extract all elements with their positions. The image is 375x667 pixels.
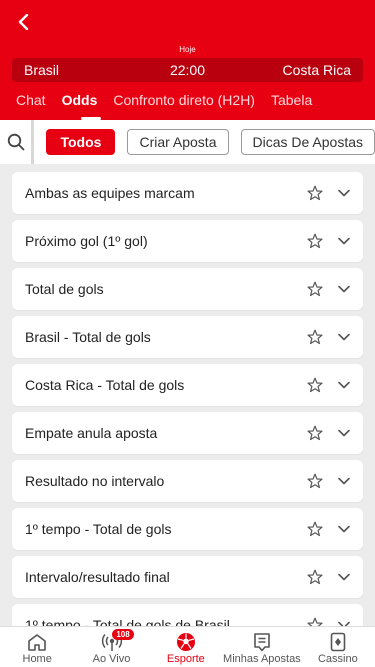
star-icon[interactable] bbox=[307, 569, 323, 585]
chevron-down-icon[interactable] bbox=[337, 378, 351, 392]
market-title: Intervalo/resultado final bbox=[25, 569, 170, 585]
market-row[interactable]: 1º tempo - Total de gols bbox=[12, 508, 363, 550]
star-icon[interactable] bbox=[307, 329, 323, 345]
market-row[interactable]: Intervalo/resultado final bbox=[12, 556, 363, 598]
market-title: Próximo gol (1º gol) bbox=[25, 233, 148, 249]
star-icon[interactable] bbox=[307, 281, 323, 297]
nav-cassino-label: Cassino bbox=[317, 653, 358, 665]
chevron-down-icon[interactable] bbox=[337, 570, 351, 584]
star-icon[interactable] bbox=[307, 617, 323, 626]
chevron-down-icon[interactable] bbox=[337, 282, 351, 296]
market-row[interactable]: Total de gols bbox=[12, 268, 363, 310]
star-icon[interactable] bbox=[307, 521, 323, 537]
tab-chat[interactable]: Chat bbox=[0, 86, 46, 120]
match-date: Hoje bbox=[179, 45, 196, 54]
tab-odds[interactable]: Odds bbox=[46, 86, 101, 120]
search-button[interactable] bbox=[0, 120, 35, 164]
market-title: Brasil - Total de gols bbox=[25, 329, 151, 345]
home-icon bbox=[28, 633, 46, 651]
filter-todos[interactable]: Todos bbox=[46, 129, 116, 155]
market-list: Ambas as equipes marcam Próximo gol (1º g… bbox=[0, 164, 375, 626]
match-info-bar: Brasil 22:00 Costa Rica bbox=[12, 58, 363, 82]
tab-tabela[interactable]: Tabela bbox=[255, 86, 312, 120]
star-icon[interactable] bbox=[307, 473, 323, 489]
chevron-down-icon[interactable] bbox=[337, 474, 351, 488]
market-title: Total de gols bbox=[25, 281, 104, 297]
nav-minhas-apostas-label: Minhas Apostas bbox=[223, 653, 301, 665]
market-row[interactable]: Empate anula aposta bbox=[12, 412, 363, 454]
market-row[interactable]: Ambas as equipes marcam bbox=[12, 172, 363, 214]
match-header: Hoje Brasil 22:00 Costa Rica Chat Odds C… bbox=[0, 0, 375, 120]
match-tabs: Chat Odds Confronto direto (H2H) Tabela bbox=[0, 86, 375, 120]
nav-home-label: Home bbox=[22, 653, 52, 665]
market-row[interactable]: Próximo gol (1º gol) bbox=[12, 220, 363, 262]
nav-minhas-apostas[interactable]: Minhas Apostas bbox=[223, 627, 301, 667]
live-count-badge: 108 bbox=[112, 629, 134, 640]
match-time: 22:00 bbox=[169, 62, 206, 78]
star-icon[interactable] bbox=[307, 233, 323, 249]
market-row[interactable]: Costa Rica - Total de gols bbox=[12, 364, 363, 406]
nav-esporte-label: Esporte bbox=[166, 653, 205, 665]
star-icon[interactable] bbox=[307, 425, 323, 441]
market-title: Empate anula aposta bbox=[25, 425, 158, 441]
star-icon[interactable] bbox=[307, 185, 323, 201]
search-icon bbox=[7, 133, 25, 151]
market-row[interactable]: 1º tempo - Total de gols de Brasil bbox=[12, 604, 363, 626]
tab-h2h[interactable]: Confronto direto (H2H) bbox=[97, 86, 255, 120]
back-button[interactable] bbox=[12, 10, 36, 34]
market-title: Resultado no intervalo bbox=[25, 473, 165, 489]
market-title: 1º tempo - Total de gols de Brasil bbox=[25, 617, 230, 626]
bet-slip-icon bbox=[254, 633, 270, 652]
filter-criar-aposta[interactable]: Criar Aposta bbox=[127, 129, 229, 155]
nav-ao-vivo-label: Ao Vivo bbox=[92, 653, 131, 665]
market-row[interactable]: Resultado no intervalo bbox=[12, 460, 363, 502]
chevron-down-icon[interactable] bbox=[337, 618, 351, 626]
chevron-down-icon[interactable] bbox=[337, 426, 351, 440]
chevron-down-icon[interactable] bbox=[337, 330, 351, 344]
nav-cassino[interactable]: Cassino bbox=[301, 627, 375, 667]
chevron-down-icon[interactable] bbox=[337, 186, 351, 200]
market-row[interactable]: Brasil - Total de gols bbox=[12, 316, 363, 358]
market-title: Ambas as equipes marcam bbox=[25, 185, 195, 201]
nav-home[interactable]: Home bbox=[0, 627, 74, 667]
market-title: Costa Rica - Total de gols bbox=[25, 377, 185, 393]
back-arrow-icon bbox=[18, 14, 29, 30]
market-title: 1º tempo - Total de gols bbox=[25, 521, 172, 537]
filter-dicas-de-apostas[interactable]: Dicas De Apostas bbox=[240, 129, 375, 155]
star-icon[interactable] bbox=[307, 377, 323, 393]
bottom-navigation: Home 108 Ao Vivo Esporte Minhas Apostas … bbox=[0, 626, 375, 667]
nav-ao-vivo[interactable]: 108 Ao Vivo bbox=[74, 627, 148, 667]
chevron-down-icon[interactable] bbox=[337, 522, 351, 536]
cards-icon bbox=[330, 632, 346, 652]
nav-esporte[interactable]: Esporte bbox=[149, 627, 223, 667]
chevron-down-icon[interactable] bbox=[337, 234, 351, 248]
filter-bar: Todos Criar Aposta Dicas De Apostas bbox=[0, 120, 375, 164]
soccer-ball-icon bbox=[176, 633, 195, 651]
